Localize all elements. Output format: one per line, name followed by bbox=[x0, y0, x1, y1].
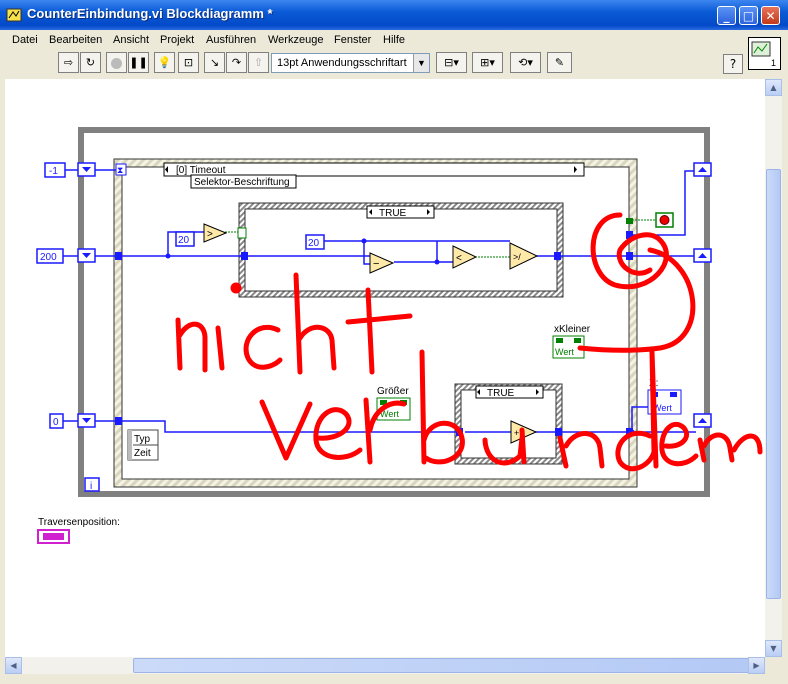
menu-projekt[interactable]: Projekt bbox=[160, 34, 194, 46]
step-out-icon[interactable]: ⇧ bbox=[248, 52, 269, 73]
case-true-2-label: TRUE bbox=[487, 388, 515, 399]
labview-app-icon bbox=[6, 8, 22, 22]
xkleiner-label: xKleiner bbox=[554, 324, 591, 335]
groesser-label: Größer bbox=[377, 386, 409, 397]
while-loop-frame[interactable] bbox=[78, 127, 710, 497]
subtract-node[interactable]: − bbox=[369, 252, 395, 274]
svg-text:−: − bbox=[373, 258, 379, 270]
svg-text:Typ: Typ bbox=[134, 434, 151, 445]
run-continuously-icon[interactable]: ↻ bbox=[80, 52, 101, 73]
menu-ausfuehren[interactable]: Ausführen bbox=[206, 34, 256, 46]
event-case-selector[interactable] bbox=[163, 162, 585, 177]
scroll-right-icon[interactable]: ▶ bbox=[748, 657, 765, 674]
run-arrow-icon[interactable]: ⇨ bbox=[58, 52, 79, 73]
toolbar: ⇨ ↻ ❚❚ 💡 ⊡ ↘ ↷ ⇧ 13pt Anwendungsschrifta… bbox=[0, 50, 745, 78]
traversen-terminal[interactable] bbox=[37, 529, 70, 544]
retain-wire-values-icon[interactable]: ⊡ bbox=[178, 52, 199, 73]
const-20a[interactable]: 20 bbox=[178, 235, 190, 246]
window-title: CounterEinbindung.vi Blockdiagramm * bbox=[27, 6, 273, 21]
handwritten-annotation bbox=[175, 212, 763, 472]
const-200[interactable]: 200 bbox=[40, 252, 57, 263]
title-bar[interactable]: CounterEinbindung.vi Blockdiagramm * _ □… bbox=[0, 0, 788, 30]
event-data-node[interactable]: Typ Zeit bbox=[127, 429, 159, 461]
const-20b[interactable]: 20 bbox=[308, 238, 320, 249]
selector-label: Selektor-Beschriftung bbox=[194, 177, 290, 188]
distribute-objects-icon[interactable]: ⊞▾ bbox=[472, 52, 503, 73]
scroll-up-icon[interactable]: ▲ bbox=[765, 79, 782, 96]
menu-fenster[interactable]: Fenster bbox=[334, 34, 371, 46]
pause-icon[interactable]: ❚❚ bbox=[128, 52, 149, 73]
diagram-svg: [0] Timeout Selektor-Beschriftung ⧗ TRUE… bbox=[36, 127, 763, 544]
svg-text:<: < bbox=[456, 253, 462, 264]
highlight-execution-icon[interactable]: 💡 bbox=[154, 52, 175, 73]
svg-text:>: > bbox=[207, 229, 213, 240]
menu-ansicht[interactable]: Ansicht bbox=[113, 34, 149, 46]
menu-datei[interactable]: Datei bbox=[12, 34, 38, 46]
traversen-label: Traversenposition: bbox=[38, 517, 120, 528]
minimize-button[interactable]: _ bbox=[717, 6, 736, 25]
menu-bearbeiten[interactable]: Bearbeiten bbox=[49, 34, 102, 46]
const-neg1[interactable]: -1 bbox=[49, 166, 58, 177]
help-button[interactable]: ? bbox=[723, 54, 743, 74]
select-node[interactable]: >/ bbox=[509, 242, 539, 270]
horizontal-scroll-thumb[interactable] bbox=[133, 658, 765, 673]
case-timeout-label: [0] Timeout bbox=[176, 165, 226, 176]
block-diagram-canvas[interactable]: [0] Timeout Selektor-Beschriftung ⧗ TRUE… bbox=[5, 79, 765, 657]
menu-bar: Datei Bearbeiten Ansicht Projekt Ausführ… bbox=[0, 30, 745, 50]
abort-icon[interactable] bbox=[106, 52, 127, 73]
font-selector-value: 13pt Anwendungsschriftart bbox=[277, 57, 407, 69]
svg-text:⧗: ⧗ bbox=[117, 165, 123, 175]
chevron-down-icon: ▼ bbox=[413, 54, 429, 72]
greater-node[interactable]: > bbox=[203, 223, 228, 243]
svg-text:Wert: Wert bbox=[555, 347, 574, 357]
less-node[interactable]: < bbox=[452, 245, 478, 269]
stop-terminal[interactable] bbox=[655, 212, 674, 228]
svg-text:>/: >/ bbox=[513, 252, 521, 262]
menu-hilfe[interactable]: Hilfe bbox=[383, 34, 405, 46]
vertical-scroll-thumb[interactable] bbox=[766, 169, 781, 599]
iteration-terminal: i bbox=[84, 477, 100, 492]
step-into-icon[interactable]: ↘ bbox=[204, 52, 225, 73]
horizontal-scrollbar[interactable]: ◀ ▶ bbox=[5, 657, 765, 674]
labview-window: CounterEinbindung.vi Blockdiagramm * _ □… bbox=[0, 0, 788, 684]
vi-connector-icon[interactable]: 1 bbox=[748, 37, 781, 70]
cleanup-diagram-icon[interactable]: ✎ bbox=[547, 52, 572, 73]
align-objects-icon[interactable]: ⊟▾ bbox=[436, 52, 467, 73]
scroll-left-icon[interactable]: ◀ bbox=[5, 657, 22, 674]
close-button[interactable]: ✕ bbox=[761, 6, 780, 25]
svg-text:1: 1 bbox=[771, 58, 776, 68]
menu-werkzeuge[interactable]: Werkzeuge bbox=[268, 34, 323, 46]
svg-text:Zeit: Zeit bbox=[134, 448, 151, 459]
font-selector[interactable]: 13pt Anwendungsschriftart ▼ bbox=[271, 53, 430, 73]
vertical-scrollbar[interactable]: ▲ ▼ bbox=[765, 79, 782, 657]
reorder-icon[interactable]: ⟲▾ bbox=[510, 52, 541, 73]
maximize-button[interactable]: □ bbox=[739, 6, 758, 25]
scroll-down-icon[interactable]: ▼ bbox=[765, 640, 782, 657]
step-over-icon[interactable]: ↷ bbox=[226, 52, 247, 73]
const-0[interactable]: 0 bbox=[53, 417, 59, 428]
case-true-1-label: TRUE bbox=[379, 208, 407, 219]
svg-text:i: i bbox=[90, 481, 92, 492]
